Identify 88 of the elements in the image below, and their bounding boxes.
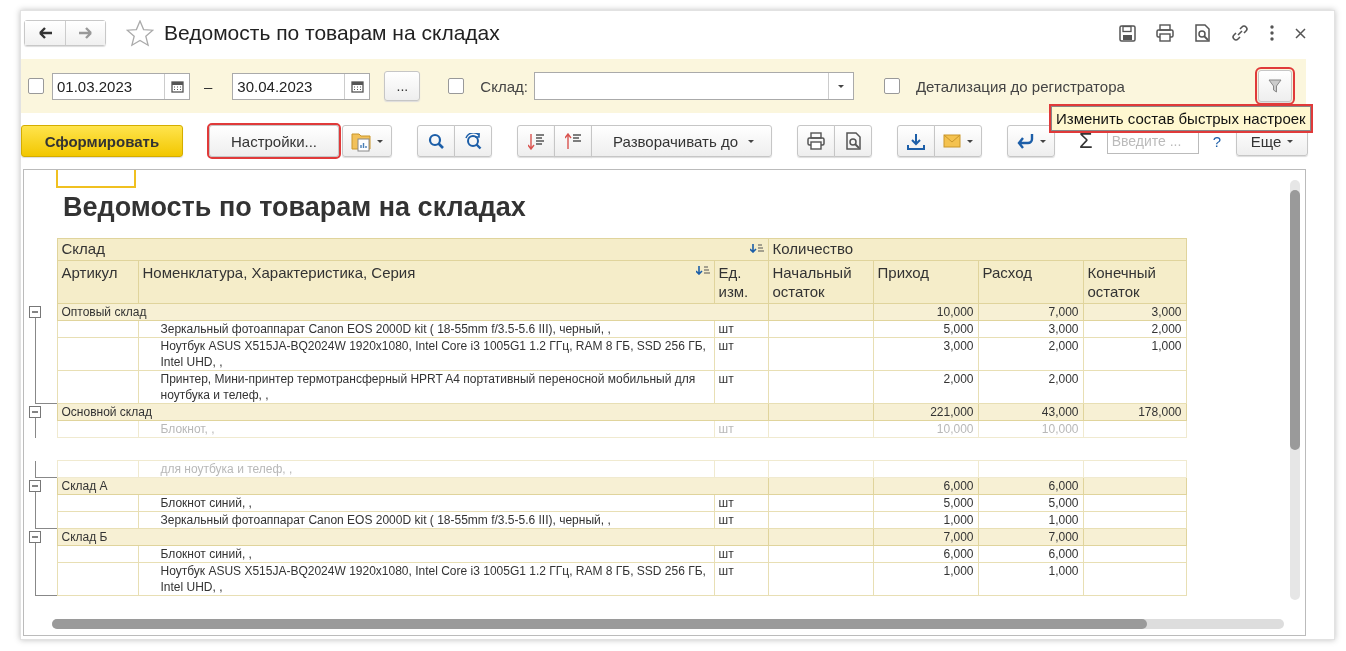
tooltip: Изменить состав быстрых настроек — [1051, 106, 1311, 131]
print-icon — [807, 132, 825, 150]
header-text: Склад — [61, 240, 105, 257]
date-field[interactable]: 30.04.2023 — [232, 72, 371, 100]
column-header: Приход — [873, 260, 978, 304]
collapse-icon[interactable] — [29, 405, 41, 418]
table-cell: Принтер, Мини-принтер термотрансферный HPRT A4 портативный переносной мобильный для ноутбука и телеф, , — [138, 370, 714, 404]
preview-button[interactable] — [834, 125, 872, 157]
filter-button[interactable] — [1258, 70, 1292, 102]
caret-icon — [1040, 139, 1046, 143]
table-cell: 1,000 — [978, 562, 1083, 596]
table-cell: Ноутбук ASUS X515JA-BQ2024W 1920x1080, Intel Core i3 1005G1 1.2 ГГц, RAM 8 ГБ, SSD 256 ГБ, Intel UHD, , — [138, 337, 714, 371]
download-button[interactable] — [897, 125, 935, 157]
print-button[interactable] — [797, 125, 835, 157]
detail-label: Детализация до регистратора — [915, 77, 1125, 95]
forward-arrow-icon — [77, 26, 94, 40]
download-icon — [907, 132, 925, 150]
sort-ascending-button[interactable] — [554, 125, 592, 157]
settings-button[interactable]: Настройки... — [209, 125, 339, 157]
sort-descending-button[interactable] — [517, 125, 555, 157]
table-cell: 1,000 — [1083, 337, 1186, 371]
header-text: Номенклатура, Характеристика, Серия — [142, 264, 416, 281]
caret-icon — [967, 139, 973, 143]
column-header: Ед. изм. — [714, 260, 768, 304]
search-next-button[interactable] — [454, 125, 492, 157]
undo-arrow-icon — [1016, 132, 1034, 150]
checkbox[interactable] — [448, 78, 465, 94]
generate-button[interactable]: Сформировать — [21, 125, 183, 157]
table-cell: шт — [714, 337, 768, 371]
print-icon[interactable] — [1156, 24, 1174, 42]
expand-button[interactable]: Разворачивать до — [591, 125, 772, 157]
report-title: Ведомость по товарам на складах — [63, 191, 526, 224]
collapse-icon[interactable] — [29, 305, 41, 318]
dash: – — [204, 77, 213, 95]
table-cell: 3,000 — [873, 337, 978, 371]
table-cell: 2,000 — [873, 370, 978, 404]
warehouse-label: Склад: — [480, 77, 528, 95]
sum-label: Σ — [1079, 128, 1093, 154]
close-icon[interactable] — [1295, 27, 1306, 39]
calendar-icon[interactable] — [350, 79, 364, 93]
search-icon — [428, 133, 444, 149]
column-header: Количество — [768, 238, 1186, 261]
checkbox[interactable] — [883, 78, 900, 94]
undo-button[interactable] — [1007, 125, 1055, 157]
table-cell: 1,000 — [873, 562, 978, 596]
collapse-icon[interactable] — [29, 530, 41, 543]
vertical-scrollbar[interactable] — [1290, 180, 1300, 600]
sort-ascending-icon — [564, 132, 582, 150]
period-button[interactable]: ... — [384, 71, 421, 101]
caret-icon — [1287, 139, 1294, 143]
sort-icon[interactable] — [749, 244, 764, 253]
sort-descending-icon — [527, 132, 545, 150]
table-cell: для ноутбука и телеф, , — [138, 460, 714, 478]
collapse-icon[interactable] — [29, 479, 41, 492]
preview-icon — [844, 132, 862, 150]
scrollbar-thumb[interactable] — [1290, 190, 1300, 450]
table-cell: шт — [714, 562, 768, 596]
calendar-icon[interactable] — [170, 79, 184, 93]
sort-icon[interactable] — [695, 266, 710, 275]
table-cell: шт — [714, 370, 768, 404]
back-button[interactable] — [25, 21, 65, 45]
more-icon[interactable] — [1269, 25, 1275, 41]
window-title: Ведомость по товарам на складах — [164, 21, 501, 45]
search-next-icon — [464, 132, 482, 150]
envelope-icon — [943, 134, 961, 148]
caret-icon — [377, 139, 383, 143]
table-cell: 2,000 — [978, 370, 1083, 404]
back-arrow-icon — [37, 26, 53, 40]
warehouse-field[interactable] — [533, 72, 854, 100]
link-icon[interactable] — [1231, 24, 1249, 42]
help-link[interactable]: ? — [1212, 132, 1221, 150]
funnel-icon — [1268, 79, 1282, 93]
column-header: Расход — [978, 260, 1083, 304]
preview-icon[interactable] — [1194, 24, 1211, 42]
caret-icon — [748, 139, 754, 143]
report-variant-icon — [351, 130, 371, 152]
variant-button[interactable] — [342, 125, 392, 157]
column-header: Артикул — [57, 260, 138, 304]
star-icon[interactable] — [126, 19, 154, 47]
checkbox[interactable] — [28, 78, 44, 94]
caret-icon — [837, 84, 844, 88]
save-icon[interactable] — [1119, 24, 1136, 42]
date-field[interactable]: 01.03.2023 — [52, 72, 190, 100]
column-header: Начальный остаток — [768, 260, 873, 304]
table-cell: Ноутбук ASUS X515JA-BQ2024W 1920x1080, Intel Core i3 1005G1 1.2 ГГц, RAM 8 ГБ, SSD 256 ГБ, Intel UHD, , — [138, 562, 714, 596]
table-cell: 2,000 — [978, 337, 1083, 371]
search-button[interactable] — [417, 125, 455, 157]
column-header: Конечный остаток — [1083, 260, 1186, 304]
